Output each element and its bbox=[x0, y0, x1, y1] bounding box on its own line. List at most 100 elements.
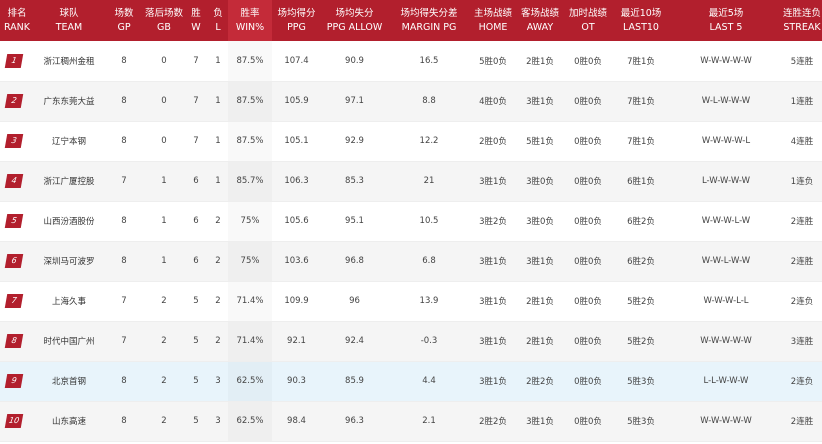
cell-team[interactable]: 辽宁本钢 bbox=[34, 121, 104, 162]
column-header-ot[interactable]: 加时战绩 OT bbox=[564, 0, 612, 41]
column-header-away[interactable]: 客场战绩 AWAY bbox=[516, 0, 564, 41]
cell-l: 2 bbox=[208, 241, 228, 282]
cell-home: 3胜1负 bbox=[470, 241, 516, 282]
cell-gb: 0 bbox=[144, 41, 184, 82]
column-header-streak[interactable]: 连胜连负 STREAK bbox=[782, 0, 822, 41]
table-row[interactable]: 7 上海久事 7 2 5 2 71.4% 109.9 96 13.9 3胜1负 2胜1负 0胜0负 5胜2… bbox=[0, 281, 822, 322]
cell-ot: 0胜0负 bbox=[564, 201, 612, 242]
cell-team[interactable]: 上海久事 bbox=[34, 281, 104, 322]
cell-w: 6 bbox=[184, 161, 208, 202]
column-header-gp[interactable]: 场数 GP bbox=[104, 0, 144, 41]
cell-away: 2胜1负 bbox=[516, 321, 564, 362]
cell-l: 2 bbox=[208, 281, 228, 322]
rank-cell: 10 bbox=[0, 401, 34, 442]
cell-away: 3胜1负 bbox=[516, 401, 564, 442]
cell-team[interactable]: 浙江稠州金租 bbox=[34, 41, 104, 82]
table-row[interactable]: 8 时代中国广州 7 2 5 2 71.4% 92.1 92.4 -0.3 3胜1负 2胜1负 0胜0负… bbox=[0, 321, 822, 362]
cell-team[interactable]: 山西汾酒股份 bbox=[34, 201, 104, 242]
cell-margin-pg: 8.8 bbox=[388, 81, 470, 122]
cell-margin-pg: 6.8 bbox=[388, 241, 470, 282]
rank-cell: 9 bbox=[0, 361, 34, 402]
column-header-margin-pg[interactable]: 场均得失分差 MARGIN PG bbox=[388, 0, 470, 41]
cell-away: 3胜1负 bbox=[516, 81, 564, 122]
cell-ppg-allow: 96.8 bbox=[321, 241, 388, 282]
cell-l: 1 bbox=[208, 121, 228, 162]
cell-ot: 0胜0负 bbox=[564, 41, 612, 82]
cell-streak: 2连胜 bbox=[782, 241, 822, 282]
table-row[interactable]: 4 浙江广厦控股 7 1 6 1 85.7% 106.3 85.3 21 3胜1负 3胜0负 0胜0负 6… bbox=[0, 161, 822, 202]
cell-ot: 0胜0负 bbox=[564, 361, 612, 402]
cell-team[interactable]: 广东东莞大益 bbox=[34, 81, 104, 122]
cell-last10: 6胜2负 bbox=[612, 201, 670, 242]
cell-w: 6 bbox=[184, 241, 208, 282]
cell-gb: 1 bbox=[144, 241, 184, 282]
cell-w: 6 bbox=[184, 201, 208, 242]
cell-home: 3胜1负 bbox=[470, 161, 516, 202]
table-row[interactable]: 9 北京首钢 8 2 5 3 62.5% 90.3 85.9 4.4 3胜1负 2胜2负 0胜0负 5胜3… bbox=[0, 361, 822, 402]
cell-ppg: 92.1 bbox=[272, 321, 321, 362]
column-header-label-cn: 加时战绩 bbox=[568, 7, 607, 19]
column-header-win-pct[interactable]: 胜率 WIN% bbox=[228, 0, 272, 41]
cell-w: 5 bbox=[184, 321, 208, 362]
cell-team[interactable]: 山东高速 bbox=[34, 401, 104, 442]
cell-ppg-allow: 85.9 bbox=[321, 361, 388, 402]
cell-streak: 5连胜 bbox=[782, 41, 822, 82]
column-header-ppg-allow[interactable]: 场均失分 PPG ALLOW bbox=[321, 0, 388, 41]
column-header-label-en: OT bbox=[581, 21, 595, 33]
cell-l: 1 bbox=[208, 161, 228, 202]
column-header-team[interactable]: 球队 TEAM bbox=[34, 0, 104, 41]
column-header-w[interactable]: 胜W bbox=[184, 0, 208, 41]
column-header-label-cn: 客场战绩 bbox=[520, 7, 559, 19]
cell-streak: 3连胜 bbox=[782, 321, 822, 362]
column-header-label-cn: 场均得分 bbox=[277, 7, 316, 19]
cell-gp: 8 bbox=[104, 81, 144, 122]
cell-ppg: 105.6 bbox=[272, 201, 321, 242]
rank-cell: 7 bbox=[0, 281, 34, 322]
cell-w: 5 bbox=[184, 281, 208, 322]
rank-cell: 1 bbox=[0, 41, 34, 82]
table-row[interactable]: 1 浙江稠州金租 8 0 7 1 87.5% 107.4 90.9 16.5 5胜0负 2胜1负 0胜0… bbox=[0, 41, 822, 82]
cell-team[interactable]: 时代中国广州 bbox=[34, 321, 104, 362]
cell-last5: W-W-W-L-L bbox=[670, 281, 782, 322]
cell-ppg: 106.3 bbox=[272, 161, 321, 202]
cell-streak: 1连负 bbox=[782, 161, 822, 202]
cell-w: 5 bbox=[184, 401, 208, 442]
column-header-label-en: LAST 5 bbox=[709, 21, 743, 33]
table-row[interactable]: 10 山东高速 8 2 5 3 62.5% 98.4 96.3 2.1 2胜2负 3胜1负 0胜0负 5胜… bbox=[0, 401, 822, 442]
cell-ppg: 107.4 bbox=[272, 41, 321, 82]
cell-team[interactable]: 浙江广厦控股 bbox=[34, 161, 104, 202]
column-header-ppg[interactable]: 场均得分 PPG bbox=[272, 0, 321, 41]
cell-ot: 0胜0负 bbox=[564, 121, 612, 162]
rank-cell: 8 bbox=[0, 321, 34, 362]
column-header-rank[interactable]: 排名 RANK bbox=[0, 0, 34, 41]
cell-win-pct: 75% bbox=[228, 241, 272, 282]
column-header-home[interactable]: 主场战绩 HOME bbox=[470, 0, 516, 41]
cell-win-pct: 75% bbox=[228, 201, 272, 242]
cell-ot: 0胜0负 bbox=[564, 401, 612, 442]
cell-margin-pg: -0.3 bbox=[388, 321, 470, 362]
cell-streak: 2连胜 bbox=[782, 201, 822, 242]
column-header-label-en: W bbox=[191, 21, 201, 33]
column-header-last10[interactable]: 最近10场 LAST10 bbox=[612, 0, 670, 41]
table-row[interactable]: 5 山西汾酒股份 8 1 6 2 75% 105.6 95.1 10.5 3胜2负 3胜0负 0胜0负 6… bbox=[0, 201, 822, 242]
cell-ppg: 109.9 bbox=[272, 281, 321, 322]
column-header-gb[interactable]: 落后场数 GB bbox=[144, 0, 184, 41]
rank-badge: 10 bbox=[4, 414, 24, 428]
cell-last10: 5胜3负 bbox=[612, 401, 670, 442]
cell-team[interactable]: 北京首钢 bbox=[34, 361, 104, 402]
column-header-label-cn: 最近5场 bbox=[708, 7, 744, 19]
table-row[interactable]: 6 深圳马可波罗 8 1 6 2 75% 103.6 96.8 6.8 3胜1负 3胜1负 0胜0负 6胜… bbox=[0, 241, 822, 282]
table-row[interactable]: 3 辽宁本钢 8 0 7 1 87.5% 105.1 92.9 12.2 2胜0负 5胜1负 0胜0负 7… bbox=[0, 121, 822, 162]
column-header-last5[interactable]: 最近5场 LAST 5 bbox=[670, 0, 782, 41]
cell-away: 5胜1负 bbox=[516, 121, 564, 162]
cell-w: 5 bbox=[184, 361, 208, 402]
cell-last5: W-L-W-W-W bbox=[670, 81, 782, 122]
cell-team[interactable]: 深圳马可波罗 bbox=[34, 241, 104, 282]
cell-gb: 0 bbox=[144, 121, 184, 162]
cell-away: 3胜0负 bbox=[516, 201, 564, 242]
column-header-l[interactable]: 负L bbox=[208, 0, 228, 41]
cell-win-pct: 62.5% bbox=[228, 361, 272, 402]
cell-gb: 1 bbox=[144, 161, 184, 202]
cell-win-pct: 87.5% bbox=[228, 121, 272, 162]
table-row[interactable]: 2 广东东莞大益 8 0 7 1 87.5% 105.9 97.1 8.8 4胜0负 3胜1负 0胜0负… bbox=[0, 81, 822, 122]
